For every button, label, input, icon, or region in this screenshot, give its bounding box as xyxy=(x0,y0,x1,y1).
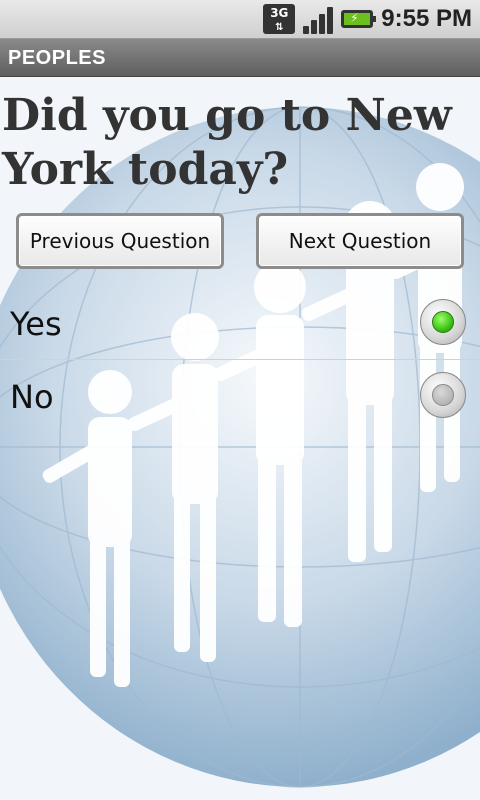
yes-radio-button[interactable] xyxy=(420,299,466,345)
answer-option-label: No xyxy=(10,378,54,416)
signal-strength-icon xyxy=(303,4,334,34)
previous-question-button[interactable]: Previous Question xyxy=(16,213,224,269)
network-type-label: 3G xyxy=(270,6,289,20)
status-icons: 3G ⇅ ⚡ 9:55 PM xyxy=(263,0,472,38)
app-title-bar: PEOPLES xyxy=(0,39,480,77)
battery-charging-icon: ⚡ xyxy=(341,10,377,28)
next-question-button[interactable]: Next Question xyxy=(256,213,464,269)
answer-option-no[interactable]: No xyxy=(0,360,480,432)
data-arrows-icon: ⇅ xyxy=(275,22,284,33)
question-screen: Did you go to New York today? Previous Q… xyxy=(0,77,480,800)
no-radio-button[interactable] xyxy=(420,372,466,418)
app-title: PEOPLES xyxy=(8,47,106,69)
charging-bolt-icon: ⚡ xyxy=(350,11,359,25)
status-clock: 9:55 PM xyxy=(381,5,472,32)
answer-option-yes[interactable]: Yes xyxy=(0,287,480,360)
radio-selected-indicator xyxy=(432,311,454,333)
status-bar: 3G ⇅ ⚡ 9:55 PM xyxy=(0,0,480,39)
radio-unselected-indicator xyxy=(432,384,454,406)
3g-data-icon: 3G ⇅ xyxy=(263,4,296,34)
question-text: Did you go to New York today? xyxy=(2,90,452,195)
answer-option-label: Yes xyxy=(10,305,62,343)
